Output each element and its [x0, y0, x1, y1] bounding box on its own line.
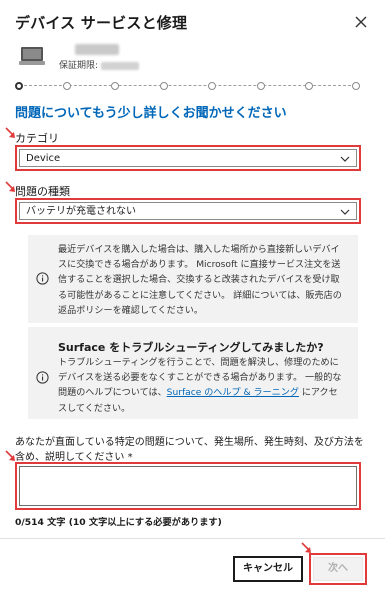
- troubleshoot-text: トラブルシューティングを行うことで、問題を解決し、修理のためにデバイスを送る必要…: [58, 356, 346, 417]
- next-highlight: 次へ: [309, 553, 367, 585]
- step-8: [352, 82, 360, 90]
- step-7: [305, 82, 313, 90]
- close-icon[interactable]: [352, 13, 370, 31]
- character-counter: 0/514 文字 (10 文字以上にする必要があります): [15, 517, 222, 528]
- surface-device-icon: [19, 46, 45, 66]
- section-heading: 問題についてもう少し詳しくお聞かせください: [15, 106, 287, 121]
- progress-stepper: [15, 80, 360, 92]
- step-3: [111, 82, 119, 90]
- category-label: カテゴリ: [15, 132, 59, 145]
- step-1: [15, 82, 23, 90]
- warranty-label: 保証期限:: [59, 61, 99, 71]
- category-value: Device: [26, 153, 61, 164]
- info-icon: [36, 272, 49, 285]
- dialog-title: デバイス サービスと修理: [15, 14, 188, 32]
- surface-help-link[interactable]: Surface のヘルプ & ラーニング: [167, 388, 299, 398]
- category-highlight: Device: [15, 145, 361, 171]
- cancel-button[interactable]: キャンセル: [233, 556, 303, 582]
- dialog-header: デバイス サービスと修理: [0, 0, 385, 42]
- description-textarea[interactable]: [19, 466, 357, 506]
- warranty-date-redacted: [101, 61, 140, 70]
- chevron-down-icon: [340, 156, 350, 162]
- step-5: [208, 82, 216, 90]
- category-select[interactable]: Device: [19, 149, 357, 167]
- problem-type-value: バッテリが充電されない: [26, 206, 136, 217]
- purchase-notice-text: 最近デバイスを購入した場合は、購入した場所から直接新しいデバイスに交換できる場合…: [58, 245, 342, 316]
- step-4: [160, 82, 168, 90]
- info-icon: [36, 371, 49, 384]
- purchase-notice: 最近デバイスを購入した場合は、購入した場所から直接新しいデバイスに交換できる場合…: [28, 235, 358, 323]
- troubleshoot-title: Surface をトラブルシューティングしてみましたか?: [58, 341, 324, 354]
- footer-divider: [0, 538, 385, 539]
- troubleshoot-notice: Surface をトラブルシューティングしてみましたか? トラブルシューティング…: [28, 327, 358, 419]
- next-button[interactable]: 次へ: [313, 557, 363, 581]
- description-highlight: [15, 462, 361, 510]
- device-name-redacted: [75, 44, 119, 55]
- device-info: 保証期限:: [15, 44, 365, 72]
- step-2: [63, 82, 71, 90]
- problem-type-label: 問題の種類: [15, 185, 70, 198]
- step-6: [257, 82, 265, 90]
- problem-type-select[interactable]: バッテリが充電されない: [19, 202, 357, 220]
- chevron-down-icon: [340, 209, 350, 215]
- warranty-info: 保証期限:: [59, 58, 140, 71]
- description-label: あなたが直面している特定の問題について、発生場所、発生時刻、及び方法を含め、説明…: [15, 437, 364, 463]
- problem-type-highlight: バッテリが充電されない: [15, 198, 361, 224]
